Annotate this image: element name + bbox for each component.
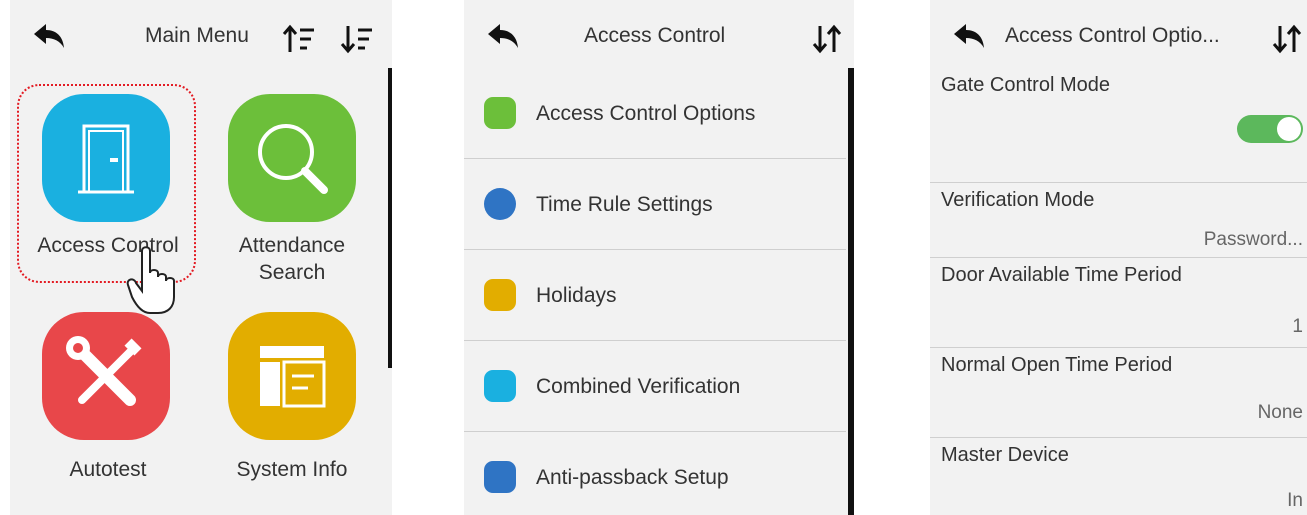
option-master-device[interactable]: Master Device In [930,438,1307,515]
option-value: Password... [1203,229,1303,250]
list-item-access-control-options[interactable]: Access Control Options [464,68,846,159]
page-title: Access Control [584,24,726,47]
top-bar: Access Control [464,0,854,76]
option-value: 1 [1292,316,1303,337]
door-icon [42,94,170,222]
top-bar: Access Control Optio... [930,0,1307,68]
back-arrow-icon[interactable] [486,22,520,52]
option-gate-control-mode[interactable]: Gate Control Mode [930,68,1307,183]
scrollbar[interactable] [848,68,854,515]
hand-pointer-icon [126,246,175,314]
tile-label: Autotest [69,458,147,481]
top-bar: Main Menu [10,0,392,76]
access-control-screen: Access Control Access Control Options Ti… [464,0,854,515]
option-label: Door Available Time Period [941,264,1182,286]
option-label: Verification Mode [941,189,1095,211]
magnifier-icon [228,94,356,222]
list-item-combined-verification[interactable]: Combined Verification [464,341,846,432]
option-label: Gate Control Mode [941,74,1110,96]
sort-icon[interactable] [1270,22,1304,56]
list-item-time-rule-settings[interactable]: Time Rule Settings [464,159,846,250]
tile-label: System Info [236,458,348,481]
option-value: None [1257,402,1303,423]
list-item-anti-passback-setup[interactable]: Anti-passback Setup [464,432,846,515]
sort-up-icon[interactable] [282,22,316,56]
back-arrow-icon[interactable] [952,22,986,52]
scrollbar[interactable] [388,68,392,368]
page-title: Main Menu [145,24,249,47]
people-icon [484,461,516,493]
list-item-holidays[interactable]: Holidays [464,250,846,341]
list-item-label: Holidays [536,284,617,307]
toggle-knob [1277,117,1301,141]
option-label: Normal Open Time Period [941,354,1173,376]
list-item-label: Combined Verification [536,375,741,398]
list-item-label: Access Control Options [536,102,756,125]
page-title: Access Control Optio... [1005,24,1220,47]
list-item-label: Anti-passback Setup [536,466,729,489]
option-door-available-time-period[interactable]: Door Available Time Period 1 [930,258,1307,348]
option-label: Master Device [941,444,1069,466]
option-value: In [1287,490,1303,511]
main-menu-screen: Main Menu Access Control Attendance Sear… [10,0,392,515]
list-item-label: Time Rule Settings [536,193,713,216]
info-window-icon [228,312,356,440]
tile-label: Attendance Search [238,234,346,284]
sort-icon[interactable] [810,22,844,56]
balloon-icon [484,279,516,311]
sort-down-icon[interactable] [340,22,374,56]
clock-icon [484,188,516,220]
access-options-screen: Access Control Optio... Gate Control Mod… [930,0,1307,515]
back-arrow-icon[interactable] [32,22,66,52]
door-icon [484,97,516,129]
gate-control-toggle[interactable] [1237,115,1303,143]
lock-icon [484,370,516,402]
option-normal-open-time-period[interactable]: Normal Open Time Period None [930,348,1307,438]
tools-icon [42,312,170,440]
option-verification-mode[interactable]: Verification Mode Password... [930,183,1307,258]
